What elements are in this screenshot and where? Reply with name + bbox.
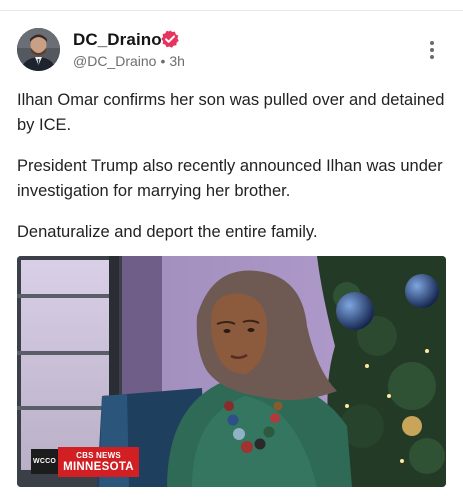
post-card: DC_Draino @DC_Draino • 3h Ilhan Omar confi… <box>0 0 463 500</box>
network-region: MINNESOTA <box>63 460 134 473</box>
avatar-image <box>17 28 60 71</box>
network-line: CBS NEWS <box>76 450 121 460</box>
more-vertical-icon <box>430 41 434 45</box>
meta-separator: • <box>160 53 166 69</box>
more-vertical-icon-dot <box>430 55 434 59</box>
author-name[interactable]: DC_Draino <box>73 30 162 50</box>
post-meta: @DC_Draino • 3h <box>73 53 185 69</box>
avatar[interactable] <box>17 28 60 71</box>
post-media[interactable]: WCCO CBS NEWS MINNESOTA <box>17 256 446 487</box>
station-logo: WCCO <box>31 449 59 474</box>
post-body: Ilhan Omar confirms her son was pulled o… <box>17 88 447 262</box>
post-paragraph: Denaturalize and deport the entire famil… <box>17 223 318 241</box>
verified-badge-icon <box>161 30 179 48</box>
author-handle[interactable]: @DC_Draino <box>73 53 156 69</box>
post-paragraph: President Trump also recently announced … <box>17 157 443 200</box>
network-logo: CBS NEWS MINNESOTA <box>58 447 139 477</box>
post-paragraph: Ilhan Omar confirms her son was pulled o… <box>17 91 445 134</box>
more-vertical-icon-dot <box>430 48 434 52</box>
more-options-button[interactable] <box>420 38 444 62</box>
post-time[interactable]: 3h <box>169 53 185 69</box>
